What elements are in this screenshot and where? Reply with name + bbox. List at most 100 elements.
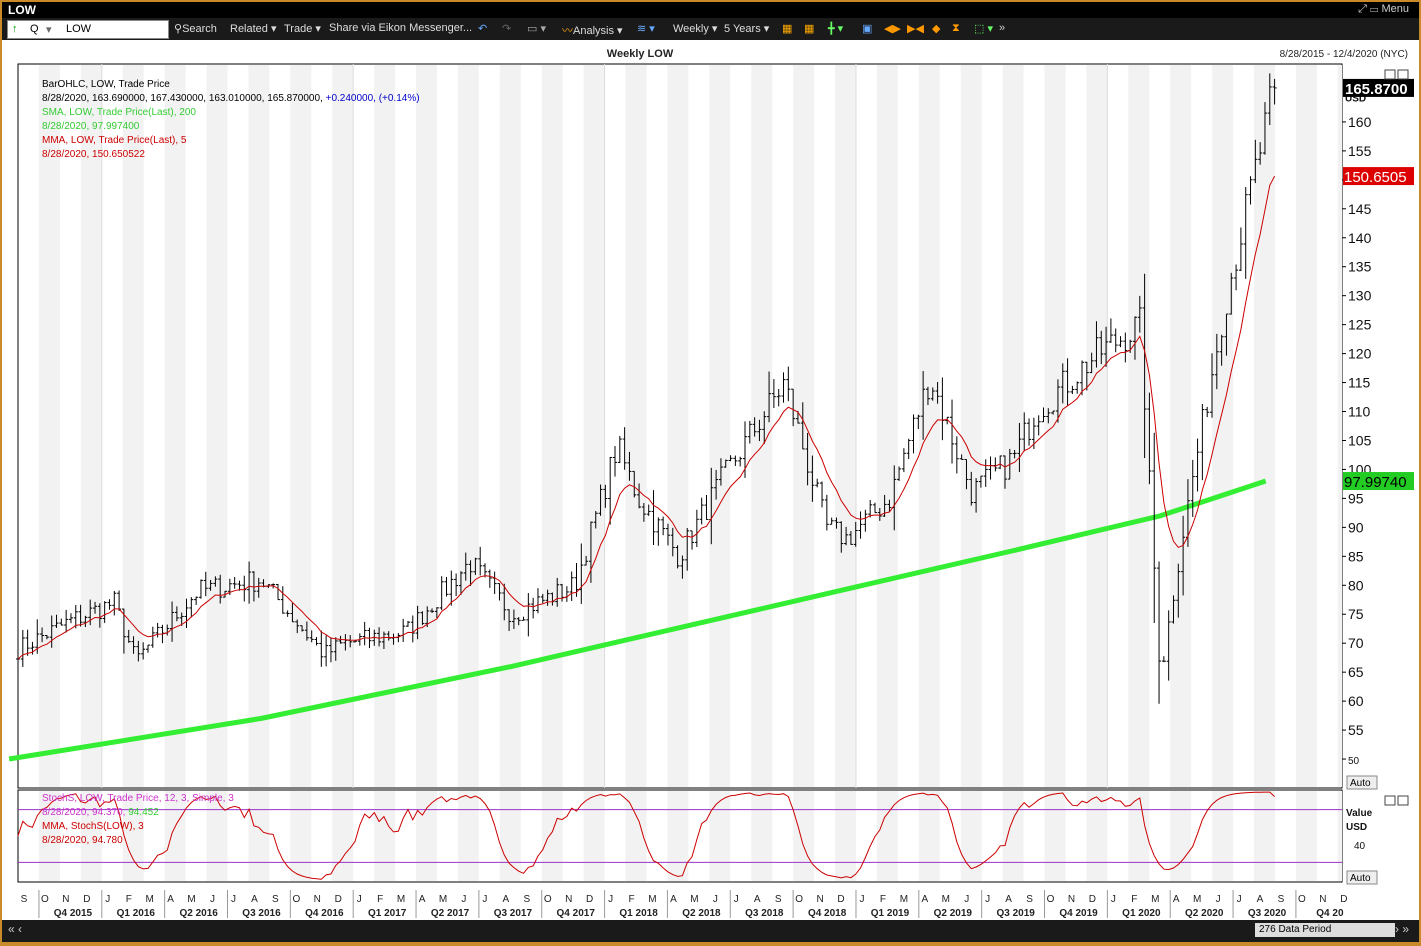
price-tick-label: 140 [1348, 230, 1372, 246]
month-stripe [918, 791, 940, 881]
price-tick-label: 130 [1348, 288, 1372, 304]
month-label: J [482, 894, 487, 905]
price-tick-label: 75 [1348, 606, 1364, 622]
analysis-menu[interactable]: 〰Analysis ▾ [562, 22, 623, 38]
quarter-label: Q1 2017 [368, 908, 407, 919]
month-stripe [164, 65, 186, 787]
month-stripe [1295, 65, 1317, 787]
chart-type-icon[interactable]: ▦ [782, 22, 792, 35]
price-tick-label: 90 [1348, 519, 1364, 535]
folder-icon[interactable]: ▭ ▾ [527, 22, 546, 35]
month-stripe [290, 791, 312, 881]
dropdown-icon[interactable]: ▾ [46, 23, 52, 36]
month-stripe [667, 65, 689, 787]
chart-svg[interactable]: Weekly LOW 8/28/2015 - 12/4/2020 (NYC) S… [2, 40, 1419, 920]
date-range: 8/28/2015 - 12/4/2020 (NYC) [1280, 49, 1408, 60]
month-stripe [918, 65, 940, 787]
layout-icon[interactable]: ▣ [862, 22, 872, 35]
range-select[interactable]: 5 Years ▾ [724, 22, 769, 35]
ric-value[interactable]: LOW [66, 23, 91, 35]
search-button[interactable]: ⚲Search [174, 22, 217, 35]
month-label: M [1151, 894, 1159, 905]
month-label: J [859, 894, 864, 905]
stoch-tick-label: 40 [1354, 841, 1366, 852]
month-label: J [1237, 894, 1242, 905]
interval-select[interactable]: Weekly ▾ [673, 22, 717, 35]
quarter-label: Q3 2019 [996, 908, 1035, 919]
legend-line: 8/28/2020, 150.650522 [42, 149, 145, 160]
month-label: N [62, 894, 69, 905]
undo-icon[interactable]: ↶ [478, 22, 487, 35]
price-tick-label: 135 [1348, 259, 1372, 275]
quarter-label: Q3 2018 [745, 908, 784, 919]
quarter-label: Q4 2018 [808, 908, 847, 919]
quarter-label: Q4 2019 [1059, 908, 1098, 919]
month-stripe [1170, 65, 1192, 787]
month-stripe [206, 791, 228, 881]
month-label: J [713, 894, 718, 905]
quarter-label: Q3 2016 [242, 908, 281, 919]
month-label: D [335, 894, 342, 905]
price-tick-label: 80 [1348, 577, 1364, 593]
scroll-start-icon[interactable]: « ‹ [8, 922, 22, 936]
month-label: A [167, 894, 174, 905]
month-stripe [248, 65, 270, 787]
month-label: M [146, 894, 154, 905]
toolbar: ↑ Q ▾ LOW ⚲Search Related ▾ Trade ▾ Shar… [2, 18, 1419, 40]
month-stripe [290, 65, 312, 787]
month-label: M [439, 894, 447, 905]
ric-input[interactable]: ↑ Q ▾ LOW [7, 20, 169, 39]
month-stripe [1337, 791, 1342, 881]
legend-line: MMA, LOW, Trade Price(Last), 5 [42, 135, 187, 146]
reset-icon[interactable]: ⧗ [952, 22, 960, 35]
scroll-end-icon[interactable]: › » [1395, 922, 1409, 936]
month-label: F [377, 894, 383, 905]
bottom-bar: « ‹ 276 Data Period › » [2, 920, 1419, 942]
month-label: S [523, 894, 530, 905]
month-label: N [314, 894, 321, 905]
quarter-label: Q4 2017 [557, 908, 596, 919]
month-stripe [793, 65, 815, 787]
panel-close-icon [1397, 795, 1409, 806]
ric-prefix[interactable]: Q [30, 23, 39, 35]
studies-icon[interactable]: ≋ ▾ [637, 22, 655, 35]
month-stripe [1002, 791, 1024, 881]
month-stripe [1295, 791, 1317, 881]
month-label: S [21, 894, 28, 905]
fit-icon[interactable]: ◆ [932, 22, 940, 35]
menu-button[interactable]: ⤢ ▭ Menu [1358, 3, 1409, 16]
stoch-axis-unit: USD [1346, 822, 1367, 833]
month-label: O [1298, 894, 1306, 905]
month-label: J [357, 894, 362, 905]
related-menu[interactable]: Related ▾ [230, 22, 277, 35]
zoom-icon[interactable]: ▶◀ [907, 22, 924, 35]
chart-title: Weekly LOW [607, 48, 674, 60]
month-stripe [751, 791, 773, 881]
chart-area[interactable]: Weekly LOW 8/28/2015 - 12/4/2020 (NYC) S… [2, 40, 1419, 920]
month-stripe [541, 65, 563, 787]
crosshair-icon[interactable]: ╋ ▾ [828, 22, 843, 35]
compare-icon[interactable]: ▦ [804, 22, 814, 35]
price-tick-label: 125 [1348, 317, 1372, 333]
mma-value-label: 150.6505 [1344, 169, 1407, 186]
quarter-label: Q4 2015 [54, 908, 93, 919]
scroll-left-icon[interactable]: ◀▶ [884, 22, 901, 35]
month-stripe [332, 65, 354, 787]
month-stripe [835, 65, 856, 787]
share-button[interactable]: Share via Eikon Messenger... [329, 22, 472, 34]
redo-icon[interactable]: ↷ [502, 22, 511, 35]
more-icon[interactable]: » [999, 22, 1005, 34]
price-tick-label: 160 [1348, 114, 1372, 130]
select-icon[interactable]: ⬚ ▾ [974, 22, 993, 35]
month-stripe [499, 791, 521, 881]
month-label: S [272, 894, 279, 905]
month-stripe [1254, 791, 1275, 881]
month-stripe [709, 65, 731, 787]
quarter-label: Q2 2016 [179, 908, 218, 919]
price-tick-label: 55 [1348, 722, 1364, 738]
month-label: F [1131, 894, 1137, 905]
legend-line: StochS, LOW, Trade Price, 12, 3, Simple,… [42, 793, 234, 804]
month-stripe [1086, 65, 1108, 787]
trade-menu[interactable]: Trade ▾ [284, 22, 321, 35]
month-label: M [397, 894, 405, 905]
